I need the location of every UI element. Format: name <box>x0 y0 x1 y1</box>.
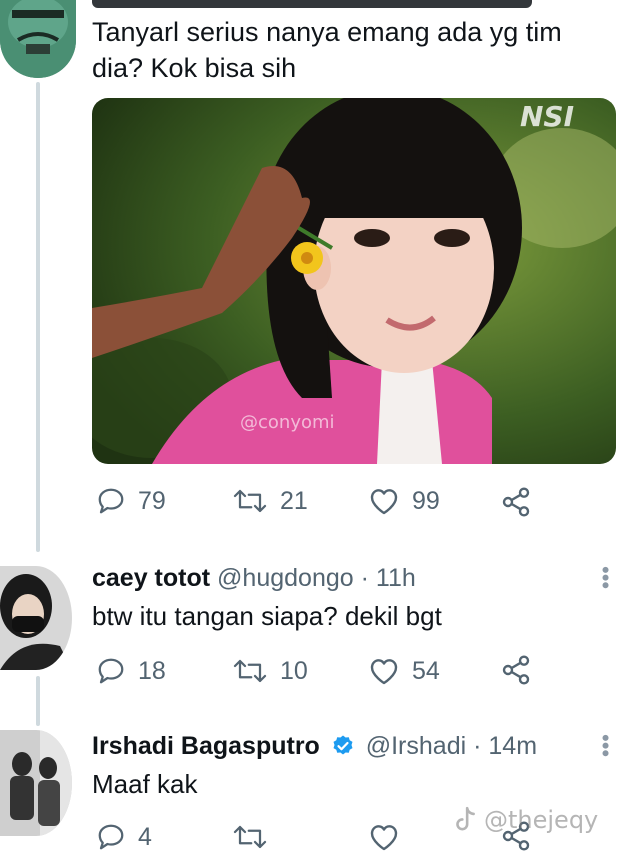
reply-icon <box>98 488 124 514</box>
reply-icon <box>98 824 124 850</box>
display-name[interactable]: Irshadi Bagasputro <box>92 732 320 760</box>
tweet-text: Tanyarl serius nanya emang ada yg tim di… <box>92 17 562 83</box>
retweet-icon <box>233 825 267 849</box>
retweet-count: 21 <box>280 486 308 515</box>
reply-count: 18 <box>138 656 166 685</box>
tiktok-icon <box>456 806 475 831</box>
separator: · <box>360 564 369 592</box>
like-button[interactable]: 54 <box>368 656 440 686</box>
reply-user-line: Irshadi Bagasputro @Irshadi · 14m <box>92 732 537 761</box>
like-button[interactable] <box>368 822 400 852</box>
share-button[interactable] <box>500 654 532 686</box>
photo-watermark: @conyomi <box>240 412 335 433</box>
tweet-text: btw itu tangan siapa? dekil bgt <box>92 601 442 631</box>
retweet-button[interactable] <box>232 822 268 852</box>
reply-button[interactable]: 4 <box>96 822 152 852</box>
user-handle[interactable]: @hugdongo <box>217 564 354 592</box>
like-count: 54 <box>412 656 440 685</box>
avatar-image <box>0 0 76 78</box>
retweet-count: 10 <box>280 656 308 685</box>
like-count: 99 <box>412 486 440 515</box>
share-button[interactable] <box>500 486 532 518</box>
retweet-button[interactable]: 10 <box>232 656 308 686</box>
reply-count: 79 <box>138 486 166 515</box>
thread-line <box>36 82 40 552</box>
thread-line <box>36 676 40 726</box>
like-button[interactable]: 99 <box>368 486 440 516</box>
verified-icon <box>333 735 353 755</box>
avatar[interactable] <box>0 0 76 78</box>
tiktok-handle: @thejeqy <box>484 806 599 834</box>
avatar-image <box>0 730 72 836</box>
share-icon <box>502 655 530 685</box>
photo-image <box>92 98 616 464</box>
reply-icon <box>98 658 124 684</box>
retweet-icon <box>233 659 267 683</box>
retweet-icon <box>233 489 267 513</box>
user-handle[interactable]: @Irshadi <box>366 732 466 760</box>
reply-button[interactable]: 18 <box>96 656 166 686</box>
timestamp[interactable]: 14m <box>488 732 537 760</box>
like-icon <box>370 825 398 851</box>
avatar-image <box>0 566 72 670</box>
share-icon <box>502 487 530 517</box>
avatar[interactable] <box>0 566 72 670</box>
display-name[interactable]: caey totot <box>92 564 210 592</box>
avatar[interactable] <box>0 730 72 836</box>
channel-logo: NSI <box>519 100 574 133</box>
tweet-photo[interactable]: NSI @conyomi <box>92 98 616 464</box>
reply-count: 4 <box>138 822 152 851</box>
timestamp[interactable]: 11h <box>376 564 416 592</box>
separator: · <box>473 732 482 760</box>
like-icon <box>370 659 398 685</box>
like-icon <box>370 489 398 515</box>
header-cutoff <box>92 0 532 8</box>
more-icon[interactable]: ••• <box>593 734 618 757</box>
reply-button[interactable]: 79 <box>96 486 166 516</box>
tiktok-watermark: @thejeqy <box>452 806 598 834</box>
tweet-text: Maaf kak <box>92 769 198 799</box>
more-icon[interactable]: ••• <box>593 566 618 589</box>
reply-user-line: caey totot @hugdongo · 11h <box>92 564 416 593</box>
retweet-button[interactable]: 21 <box>232 486 308 516</box>
